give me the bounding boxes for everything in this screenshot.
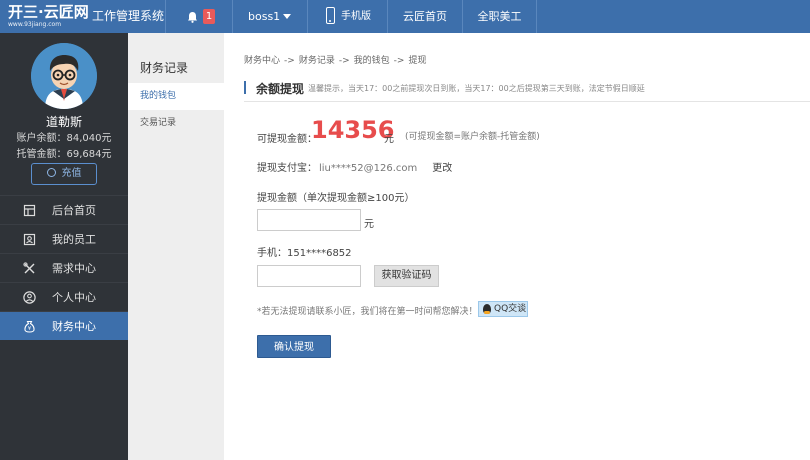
sidebar-item-dashboard[interactable]: 后台首页: [0, 195, 128, 224]
sidebar-item-label: 需求中心: [52, 262, 96, 275]
sidebar-item-staff[interactable]: 我的员工: [0, 224, 128, 253]
money-bag-icon: ¥: [24, 320, 35, 333]
section-tip: 温馨提示，当天17：00之前提现次日到账，当天17：00之后提现第三天到账，法定…: [308, 84, 645, 93]
recharge-icon: [46, 168, 56, 177]
subnav-title: 财务记录: [140, 61, 189, 75]
user-icon: [23, 291, 36, 304]
verification-code-input[interactable]: [257, 265, 361, 287]
section-header: 余额提现 温馨提示，当天17：00之前提现次日到账，当天17：00之后提现第三天…: [244, 78, 810, 102]
account-balance: 账户余额：84,040元: [16, 133, 112, 144]
available-amount: 14356: [311, 116, 395, 144]
breadcrumb-separator: ->: [393, 56, 405, 66]
qq-chat-label: QQ交谈: [494, 304, 527, 314]
breadcrumb: 财务中心 -> 财务记录 -> 我的钱包 -> 提现: [244, 53, 426, 66]
available-amount-note: (可提现金额=账户余额-托管金额): [405, 132, 540, 142]
alipay-account: liu****52@126.com: [319, 163, 418, 174]
breadcrumb-item[interactable]: 财务记录: [299, 56, 335, 66]
phone-number: 手机：151****6852: [257, 248, 352, 259]
sidebar-item-label: 个人中心: [52, 291, 96, 304]
sidebar-item-label: 后台首页: [52, 204, 96, 217]
breadcrumb-item[interactable]: 我的钱包: [354, 56, 390, 66]
subnav-item-wallet[interactable]: 我的钱包: [128, 83, 224, 110]
sidebar-menu: 后台首页 我的员工 需求中心 个人中心 ¥ 财务中心: [0, 195, 128, 340]
mobile-version-label: 手机版: [341, 11, 371, 22]
sidebar-item-personal[interactable]: 个人中心: [0, 282, 128, 311]
recharge-label: 充值: [61, 168, 82, 179]
nav-fulltime-link[interactable]: 全职美工: [462, 0, 537, 33]
notification-badge: 1: [203, 9, 215, 24]
user-name: 道勒斯: [45, 115, 82, 129]
breadcrumb-separator: ->: [338, 56, 350, 66]
site-logo[interactable]: 开三·云匠网 www.93jiang.com: [8, 3, 89, 31]
avatar[interactable]: [31, 43, 97, 109]
top-bar: 开三·云匠网 www.93jiang.com 工作管理系统 1 boss1 手机…: [0, 0, 810, 33]
available-amount-label: 可提现金额：: [257, 134, 317, 145]
help-text: *若无法提现请联系小匠，我们将在第一时间帮您解决！: [257, 307, 478, 317]
qq-chat-button[interactable]: QQ交谈: [478, 301, 528, 317]
logo-subtext: www.93jiang.com: [8, 21, 62, 28]
escrow-amount: 托管金额：69,684元: [16, 149, 112, 160]
tools-icon: [23, 262, 35, 274]
alipay-label: 提现支付宝：: [257, 163, 317, 174]
sidebar-item-finance[interactable]: ¥ 财务中心: [0, 311, 128, 340]
sidebar: 道勒斯 账户余额：84,040元 托管金额：69,684元 充值 后台首页 我的…: [0, 33, 128, 460]
mobile-phone-icon: [326, 7, 335, 24]
main-content: 财务中心 -> 财务记录 -> 我的钱包 -> 提现 余额提现 温馨提示，当天17：00之前…: [224, 33, 810, 460]
user-dropdown[interactable]: boss1: [232, 0, 307, 33]
change-alipay-link[interactable]: 更改: [432, 163, 452, 174]
mobile-version-link[interactable]: 手机版: [307, 0, 387, 33]
alipay-row: 提现支付宝： liu****52@126.com 更改: [257, 159, 452, 174]
sub-sidebar: 财务记录 我的钱包 交易记录: [128, 33, 224, 460]
available-amount-unit: 元: [384, 134, 394, 145]
app-title: 工作管理系统: [92, 9, 165, 23]
get-code-button[interactable]: 获取验证码: [374, 265, 439, 287]
sidebar-item-label: 财务中心: [52, 320, 96, 333]
breadcrumb-current: 提现: [408, 56, 427, 66]
subnav-item-transactions[interactable]: 交易记录: [128, 110, 224, 137]
confirm-withdraw-button[interactable]: 确认提现: [257, 335, 331, 358]
sidebar-item-demand[interactable]: 需求中心: [0, 253, 128, 282]
qq-penguin-icon: [483, 304, 491, 314]
sidebar-item-label: 我的员工: [52, 233, 96, 246]
staff-icon: [23, 233, 36, 246]
recharge-button[interactable]: 充值: [31, 163, 97, 185]
notifications-button[interactable]: 1: [165, 0, 232, 33]
withdraw-amount-label: 提现金额（单次提现金额≥100元）: [257, 193, 415, 204]
home-icon: [23, 204, 36, 217]
section-title: 余额提现: [256, 82, 305, 96]
breadcrumb-item[interactable]: 财务中心: [244, 56, 280, 66]
bell-icon: [188, 12, 197, 23]
breadcrumb-separator: ->: [284, 56, 295, 66]
nav-home-link[interactable]: 云匠首页: [387, 0, 462, 33]
username-label: boss1: [248, 10, 281, 23]
avatar-illustration: [31, 43, 97, 109]
logo-text: 开三·云匠网: [8, 3, 89, 21]
chevron-down-icon: [283, 14, 291, 19]
withdraw-amount-unit: 元: [364, 219, 374, 230]
svg-text:¥: ¥: [28, 326, 31, 332]
section-accent-bar: [244, 81, 246, 94]
withdraw-amount-input[interactable]: [257, 209, 361, 231]
